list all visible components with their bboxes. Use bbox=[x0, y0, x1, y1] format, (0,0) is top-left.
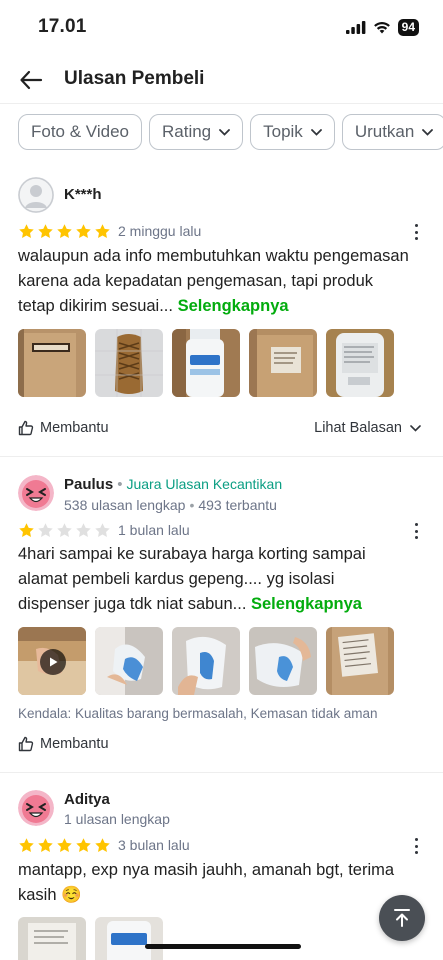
star-icon bbox=[38, 523, 53, 538]
chevron-down-icon bbox=[310, 128, 322, 136]
reviewer-name: K***h bbox=[64, 186, 102, 203]
thumbs-up-icon bbox=[18, 736, 34, 752]
filter-chip-topik[interactable]: Topik bbox=[250, 114, 335, 150]
review-text: mantapp, exp nya masih jauhh, amanah bgt… bbox=[18, 861, 395, 904]
helpful-label: Membantu bbox=[40, 736, 109, 752]
review-photo[interactable] bbox=[95, 627, 163, 695]
filter-chip-photo-video[interactable]: Foto & Video bbox=[18, 114, 142, 150]
more-options-icon[interactable] bbox=[411, 522, 421, 540]
see-reply-label: Lihat Balasan bbox=[314, 420, 402, 436]
read-more-link[interactable]: Selengkapnya bbox=[251, 595, 362, 613]
star-icon bbox=[19, 224, 34, 239]
review-photo[interactable] bbox=[249, 329, 317, 397]
avatar bbox=[18, 475, 54, 511]
star-icon bbox=[19, 838, 34, 853]
review-media bbox=[18, 627, 394, 695]
page-title: Ulasan Pembeli bbox=[64, 68, 205, 89]
star-icon bbox=[19, 523, 34, 538]
wifi-icon bbox=[373, 22, 390, 34]
review-photo[interactable] bbox=[95, 917, 163, 960]
see-reply-button[interactable]: Lihat Balasan bbox=[314, 420, 421, 436]
star-icon bbox=[38, 224, 53, 239]
star-icon bbox=[76, 224, 91, 239]
scroll-to-top-button[interactable] bbox=[379, 895, 425, 941]
back-button[interactable] bbox=[16, 65, 46, 95]
more-options-icon[interactable] bbox=[411, 223, 421, 241]
filter-chip-label: Topik bbox=[263, 122, 303, 141]
review-time: 2 minggu lalu bbox=[118, 223, 202, 239]
avatar bbox=[18, 177, 54, 213]
helpful-button[interactable]: Membantu bbox=[18, 736, 109, 752]
review-text: walaupun ada info membutuhkan waktu peng… bbox=[18, 247, 409, 315]
more-options-icon[interactable] bbox=[411, 837, 421, 855]
star-rating bbox=[18, 522, 111, 539]
review-time: 3 bulan lalu bbox=[118, 837, 190, 853]
avatar bbox=[18, 790, 54, 826]
filter-chip-urutkan[interactable]: Urutkan bbox=[341, 114, 443, 150]
reviewer-name-line: Paulus • Juara Ulasan Kecantikan bbox=[64, 476, 283, 493]
divider bbox=[0, 772, 443, 773]
review-photo[interactable] bbox=[172, 627, 240, 695]
filter-chips: Foto & Video Rating Topik Urutkan bbox=[18, 114, 443, 150]
filter-chip-rating[interactable]: Rating bbox=[148, 114, 244, 150]
review-photo[interactable] bbox=[326, 329, 394, 397]
review-photo[interactable] bbox=[95, 329, 163, 397]
reviewer-badge: Juara Ulasan Kecantikan bbox=[126, 476, 283, 492]
review-time: 1 bulan lalu bbox=[118, 522, 190, 538]
star-rating bbox=[18, 837, 111, 854]
header: Ulasan Pembeli bbox=[0, 56, 443, 104]
home-indicator bbox=[145, 944, 301, 949]
mascot-avatar-icon bbox=[18, 790, 54, 826]
filter-chip-label: Rating bbox=[161, 122, 212, 141]
star-icon bbox=[57, 224, 72, 239]
star-icon bbox=[95, 838, 110, 853]
thumbs-up-icon bbox=[18, 420, 34, 436]
review-photo[interactable] bbox=[249, 627, 317, 695]
mascot-avatar-icon bbox=[18, 475, 54, 511]
review-photo[interactable] bbox=[326, 627, 394, 695]
review-photo[interactable] bbox=[172, 329, 240, 397]
star-icon bbox=[95, 523, 110, 538]
divider bbox=[0, 456, 443, 457]
star-icon bbox=[76, 523, 91, 538]
star-icon bbox=[57, 523, 72, 538]
star-icon bbox=[57, 838, 72, 853]
reviewer-name: Paulus bbox=[64, 476, 114, 493]
star-icon bbox=[76, 838, 91, 853]
filter-chip-label: Foto & Video bbox=[31, 122, 129, 141]
star-icon bbox=[38, 838, 53, 853]
helpful-label: Membantu bbox=[40, 420, 109, 436]
arrow-up-icon bbox=[394, 909, 410, 927]
review-video[interactable] bbox=[18, 627, 86, 695]
status-time: 17.01 bbox=[38, 16, 87, 37]
chevron-down-icon bbox=[410, 424, 421, 432]
play-icon bbox=[40, 649, 66, 675]
reviewer-stats: 538 ulasan lengkap • 493 terbantu bbox=[64, 497, 277, 513]
review-media bbox=[18, 329, 394, 397]
battery-indicator: 94 bbox=[397, 19, 419, 36]
chevron-down-icon bbox=[219, 128, 231, 136]
arrow-left-icon bbox=[20, 70, 43, 90]
helpful-button[interactable]: Membantu bbox=[18, 420, 109, 436]
status-bar: 17.01 94 bbox=[0, 0, 443, 56]
review-photo[interactable] bbox=[18, 917, 86, 960]
read-more-link[interactable]: Selengkapnya bbox=[178, 297, 289, 315]
star-icon bbox=[95, 224, 110, 239]
cellular-signal-icon bbox=[345, 21, 366, 34]
status-icons: 94 bbox=[345, 19, 419, 36]
issue-tags: Kendala: Kualitas barang bermasalah, Kem… bbox=[18, 706, 378, 721]
default-avatar-icon bbox=[18, 177, 54, 213]
review-media bbox=[18, 917, 163, 960]
review-text: 4hari sampai ke surabaya harga korting s… bbox=[18, 545, 366, 613]
reviewer-stats: 1 ulasan lengkap bbox=[64, 811, 170, 827]
review-photo[interactable] bbox=[18, 329, 86, 397]
chevron-down-icon bbox=[422, 128, 434, 136]
reviewer-name: Aditya bbox=[64, 791, 110, 808]
star-rating bbox=[18, 223, 111, 240]
filter-chip-label: Urutkan bbox=[354, 122, 415, 141]
